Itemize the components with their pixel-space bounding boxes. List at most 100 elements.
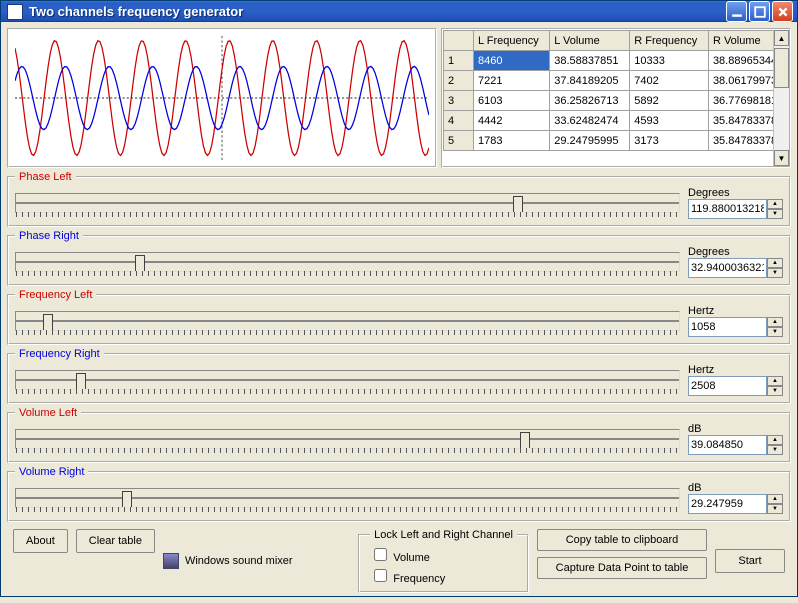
vol-left-legend: Volume Left bbox=[15, 407, 81, 419]
col-lvol[interactable]: L Volume bbox=[550, 31, 630, 51]
vol-left-group: Volume Left dB ▲▼ bbox=[7, 407, 791, 463]
table-row[interactable]: 1846038.588378511033338.88965344 bbox=[444, 51, 789, 71]
row-header[interactable]: 1 bbox=[444, 51, 474, 71]
maximize-button[interactable] bbox=[749, 1, 770, 22]
phase-right-input[interactable] bbox=[688, 258, 767, 278]
vol-right-spin-up[interactable]: ▲ bbox=[767, 494, 783, 504]
table-header-row: L Frequency L Volume R Frequency R Volum… bbox=[444, 31, 789, 51]
lock-frequency-row[interactable]: Frequency bbox=[370, 566, 517, 585]
row-header[interactable]: 5 bbox=[444, 131, 474, 151]
vol-left-slider[interactable] bbox=[15, 429, 680, 449]
close-button[interactable] bbox=[772, 1, 793, 22]
phase-right-slider[interactable] bbox=[15, 252, 680, 272]
cell-lfreq[interactable]: 6103 bbox=[474, 91, 550, 111]
cell-rfreq[interactable]: 4593 bbox=[630, 111, 709, 131]
cell-lvol[interactable]: 29.24795995 bbox=[550, 131, 630, 151]
phase-left-group: Phase Left Degrees ▲▼ bbox=[7, 171, 791, 227]
cell-lfreq[interactable]: 1783 bbox=[474, 131, 550, 151]
waveform-panel bbox=[7, 28, 437, 168]
bottom-toolbar: About Clear table Windows sound mixer Lo… bbox=[7, 525, 791, 597]
mixer-icon bbox=[163, 553, 179, 569]
vol-left-unit: dB bbox=[688, 423, 783, 435]
titlebar: Two channels frequency generator bbox=[1, 1, 797, 22]
vol-right-thumb[interactable] bbox=[122, 491, 132, 507]
cell-rfreq[interactable]: 10333 bbox=[630, 51, 709, 71]
sound-mixer-link[interactable]: Windows sound mixer bbox=[163, 529, 293, 593]
minimize-button[interactable] bbox=[726, 1, 747, 22]
freq-left-input[interactable] bbox=[688, 317, 767, 337]
cell-lvol[interactable]: 33.62482474 bbox=[550, 111, 630, 131]
row-header[interactable]: 4 bbox=[444, 111, 474, 131]
cell-lfreq[interactable]: 7221 bbox=[474, 71, 550, 91]
scroll-up-icon[interactable]: ▲ bbox=[774, 30, 789, 46]
vol-left-spin-up[interactable]: ▲ bbox=[767, 435, 783, 445]
lock-volume-row[interactable]: Volume bbox=[370, 545, 517, 564]
lock-frequency-label: Frequency bbox=[393, 573, 445, 585]
phase-right-thumb[interactable] bbox=[135, 255, 145, 271]
freq-right-unit: Hertz bbox=[688, 364, 783, 376]
scroll-down-icon[interactable]: ▼ bbox=[774, 150, 789, 166]
freq-left-group: Frequency Left Hertz ▲▼ bbox=[7, 289, 791, 345]
phase-right-group: Phase Right Degrees ▲▼ bbox=[7, 230, 791, 286]
cell-rfreq[interactable]: 5892 bbox=[630, 91, 709, 111]
freq-left-unit: Hertz bbox=[688, 305, 783, 317]
freq-right-spin-up[interactable]: ▲ bbox=[767, 376, 783, 386]
col-rfreq[interactable]: R Frequency bbox=[630, 31, 709, 51]
vol-left-input[interactable] bbox=[688, 435, 767, 455]
mixer-label: Windows sound mixer bbox=[185, 555, 293, 567]
freq-left-spin-up[interactable]: ▲ bbox=[767, 317, 783, 327]
cell-lvol[interactable]: 36.25826713 bbox=[550, 91, 630, 111]
scroll-thumb[interactable] bbox=[774, 48, 789, 88]
phase-right-legend: Phase Right bbox=[15, 230, 83, 242]
phase-left-slider[interactable] bbox=[15, 193, 680, 213]
vol-right-input[interactable] bbox=[688, 494, 767, 514]
table-row[interactable]: 5178329.24795995317335.84783378 bbox=[444, 131, 789, 151]
freq-right-legend: Frequency Right bbox=[15, 348, 104, 360]
lock-volume-label: Volume bbox=[393, 552, 430, 564]
row-header[interactable]: 2 bbox=[444, 71, 474, 91]
phase-right-spin-up[interactable]: ▲ bbox=[767, 258, 783, 268]
phase-right-spin-down[interactable]: ▼ bbox=[767, 268, 783, 278]
freq-left-slider[interactable] bbox=[15, 311, 680, 331]
window-title: Two channels frequency generator bbox=[29, 4, 726, 19]
freq-right-slider[interactable] bbox=[15, 370, 680, 390]
vol-right-spin-down[interactable]: ▼ bbox=[767, 504, 783, 514]
capture-point-button[interactable]: Capture Data Point to table bbox=[537, 557, 707, 579]
clear-table-button[interactable]: Clear table bbox=[76, 529, 155, 553]
about-button[interactable]: About bbox=[13, 529, 68, 553]
freq-left-thumb[interactable] bbox=[43, 314, 53, 330]
table-row[interactable]: 2722137.84189205740238.06179973 bbox=[444, 71, 789, 91]
freq-right-spin-down[interactable]: ▼ bbox=[767, 386, 783, 396]
cell-rfreq[interactable]: 7402 bbox=[630, 71, 709, 91]
vol-right-unit: dB bbox=[688, 482, 783, 494]
freq-left-spin-down[interactable]: ▼ bbox=[767, 327, 783, 337]
app-icon bbox=[7, 4, 23, 20]
app-window: Two channels frequency generator bbox=[0, 0, 798, 597]
vol-right-slider[interactable] bbox=[15, 488, 680, 508]
client-area: L Frequency L Volume R Frequency R Volum… bbox=[1, 22, 797, 603]
vol-left-spin-down[interactable]: ▼ bbox=[767, 445, 783, 455]
phase-right-unit: Degrees bbox=[688, 246, 783, 258]
cell-lfreq[interactable]: 4442 bbox=[474, 111, 550, 131]
freq-right-thumb[interactable] bbox=[76, 373, 86, 389]
table-scrollbar[interactable]: ▲ ▼ bbox=[773, 30, 789, 166]
phase-left-spin-down[interactable]: ▼ bbox=[767, 209, 783, 219]
phase-left-input[interactable] bbox=[688, 199, 767, 219]
vol-left-thumb[interactable] bbox=[520, 432, 530, 448]
lock-volume-checkbox[interactable] bbox=[374, 548, 387, 561]
col-lfreq[interactable]: L Frequency bbox=[474, 31, 550, 51]
phase-left-thumb[interactable] bbox=[513, 196, 523, 212]
lock-frequency-checkbox[interactable] bbox=[374, 569, 387, 582]
freq-right-input[interactable] bbox=[688, 376, 767, 396]
row-header[interactable]: 3 bbox=[444, 91, 474, 111]
cell-lvol[interactable]: 37.84189205 bbox=[550, 71, 630, 91]
table-row[interactable]: 3610336.25826713589236.77698181 bbox=[444, 91, 789, 111]
cell-lfreq[interactable]: 8460 bbox=[474, 51, 550, 71]
table-row[interactable]: 4444233.62482474459335.84783378 bbox=[444, 111, 789, 131]
copy-table-button[interactable]: Copy table to clipboard bbox=[537, 529, 707, 551]
data-table[interactable]: L Frequency L Volume R Frequency R Volum… bbox=[441, 28, 791, 168]
phase-left-spin-up[interactable]: ▲ bbox=[767, 199, 783, 209]
start-button[interactable]: Start bbox=[715, 549, 785, 573]
cell-lvol[interactable]: 38.58837851 bbox=[550, 51, 630, 71]
cell-rfreq[interactable]: 3173 bbox=[630, 131, 709, 151]
